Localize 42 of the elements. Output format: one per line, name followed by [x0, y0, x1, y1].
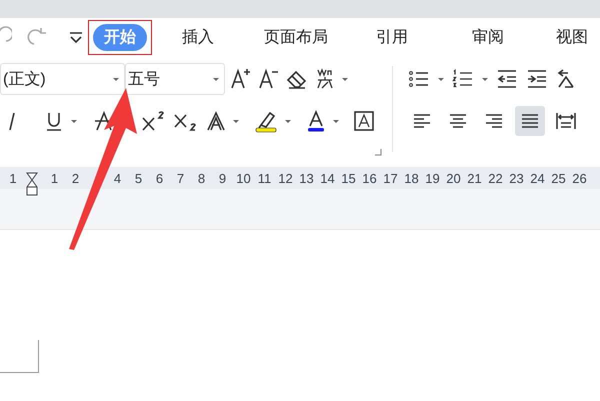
ruler-number: 22 — [487, 170, 504, 186]
page-corner-mark — [0, 340, 39, 373]
ruler-number: 16 — [361, 170, 378, 186]
ruler-number: 13 — [298, 170, 315, 186]
font-size-field[interactable]: 五号 — [125, 63, 225, 95]
ruler-number: 20 — [445, 170, 462, 186]
ruler-number: 11 — [256, 170, 272, 186]
ruler-number: 12 — [277, 170, 294, 186]
ruler-number: 8 — [196, 170, 206, 186]
grow-font-icon[interactable] — [229, 67, 253, 91]
ruler-number: 19 — [424, 170, 441, 186]
decrease-indent-icon[interactable] — [495, 67, 519, 91]
ruler-number: 25 — [550, 170, 567, 186]
ruler-number: 7 — [176, 170, 186, 186]
dialog-launcher-icon[interactable] — [374, 148, 382, 156]
ribbon-tab[interactable]: 插入 — [171, 24, 225, 50]
ruler-number: 23 — [508, 170, 525, 186]
ruler-number: 5 — [134, 170, 144, 186]
indent-marker-icon[interactable] — [26, 170, 38, 198]
character-border-icon[interactable] — [352, 109, 376, 133]
ruler-number: 21 — [466, 170, 483, 186]
ruler-number: 1 — [50, 170, 60, 186]
ruler-number: 17 — [382, 170, 399, 186]
ruler-number: 15 — [340, 170, 357, 186]
increase-indent-icon[interactable] — [525, 67, 549, 91]
ruler-number: 18 — [403, 170, 420, 186]
ruler-number: 9 — [218, 170, 228, 186]
alignment-button[interactable] — [515, 106, 545, 136]
ribbon-tab[interactable]: 页面布局 — [253, 24, 339, 50]
ruler-number: 24 — [529, 170, 546, 186]
ruler-number: 10 — [235, 170, 252, 186]
ruler-number: 4 — [112, 170, 122, 186]
ruler-number: 14 — [319, 170, 336, 186]
ruler-number: 1 — [8, 170, 18, 186]
shrink-font-icon[interactable] — [257, 67, 281, 91]
ribbon-tab[interactable]: 引用 — [365, 24, 419, 50]
ribbon-tab[interactable]: 视图 — [545, 24, 599, 50]
font-name-field[interactable]: (正文) — [0, 63, 125, 95]
ribbon-tab[interactable]: 审阅 — [461, 24, 515, 50]
ruler-number: 26 — [571, 170, 588, 186]
ruler-number: 6 — [154, 170, 164, 186]
ruler-number: 2 — [70, 170, 80, 186]
